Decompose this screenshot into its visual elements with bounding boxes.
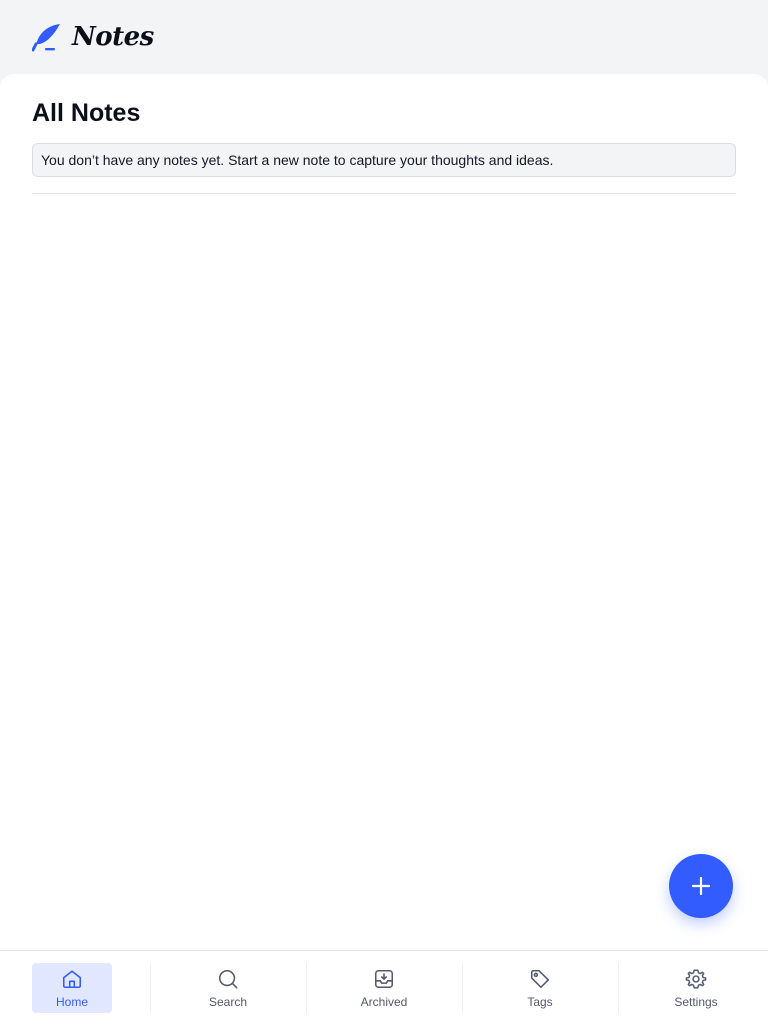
- nav-item-search[interactable]: Search: [188, 963, 268, 1013]
- nav-label-home: Home: [55, 995, 88, 1009]
- nav-separator: [306, 963, 307, 1013]
- nav-separator: [150, 963, 151, 1013]
- tag-icon: [530, 969, 550, 989]
- archive-icon: [374, 969, 394, 989]
- nav-separator: [462, 963, 463, 1013]
- app-header: Notes: [0, 0, 768, 74]
- nav-item-archived[interactable]: Archived: [344, 963, 424, 1013]
- nav-label-search: Search: [208, 995, 248, 1009]
- gear-icon: [685, 969, 707, 989]
- nav-separator: [618, 963, 619, 1013]
- nav-label-archived: Archived: [360, 995, 408, 1009]
- nav-item-settings[interactable]: Settings: [656, 963, 736, 1013]
- home-icon: [62, 970, 82, 989]
- feather-pen-icon: [32, 24, 60, 52]
- search-icon: [218, 969, 238, 989]
- app-logo[interactable]: Notes: [32, 22, 154, 52]
- nav-label-tags: Tags: [527, 995, 553, 1009]
- divider: [32, 193, 736, 194]
- bottom-nav: Home Search Archived Tags Settings: [0, 950, 768, 1024]
- nav-label-settings: Settings: [674, 995, 718, 1009]
- new-note-button[interactable]: [669, 854, 733, 918]
- nav-item-home[interactable]: Home: [32, 963, 112, 1013]
- empty-state-message: You don’t have any notes yet. Start a ne…: [32, 143, 736, 177]
- page-title: All Notes: [32, 99, 141, 127]
- plus-icon: [691, 876, 711, 896]
- main-content: All Notes You don’t have any notes yet. …: [0, 74, 768, 950]
- nav-item-tags[interactable]: Tags: [500, 963, 580, 1013]
- app-name: Notes: [72, 22, 154, 52]
